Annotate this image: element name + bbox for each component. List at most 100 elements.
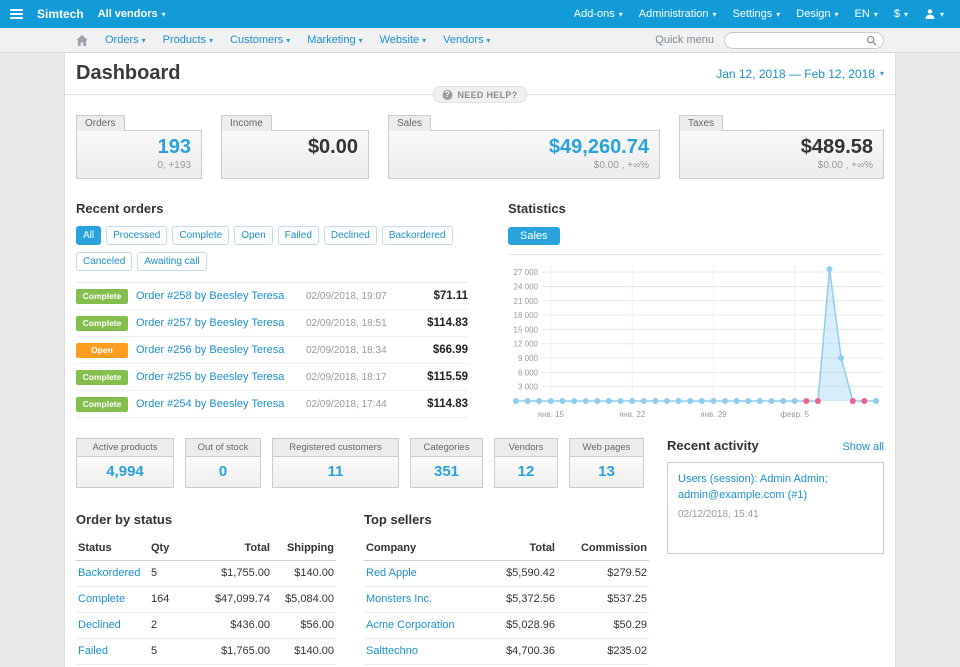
order-row: Complete Order #254 by Beesley Teresa 02… — [76, 391, 468, 418]
stat-card-orders: Orders 193 0, +193 — [76, 112, 202, 179]
summary-card-vendors[interactable]: Vendors 12 — [494, 438, 558, 488]
quick-menu-link[interactable]: Quick menu — [655, 34, 714, 46]
hamburger-menu-icon[interactable] — [10, 9, 23, 19]
nav-item-website[interactable]: Website ▾ — [380, 34, 427, 46]
topbar-menu-currency[interactable]: $ ▾ — [894, 8, 908, 20]
stat-card-value: 193 — [157, 136, 191, 158]
sales-chart-tab[interactable]: Sales — [508, 227, 560, 245]
topbar-menu-administration[interactable]: Administration ▾ — [639, 8, 717, 20]
activity-entry-time: 02/12/2018, 15:41 — [678, 508, 759, 520]
svg-text:27 000: 27 000 — [514, 268, 539, 277]
status-link[interactable]: Complete — [78, 593, 125, 605]
recent-activity-section: Recent activity Show all Users (session)… — [667, 438, 884, 665]
filter-all[interactable]: All — [76, 226, 102, 245]
summary-card-registered-customers[interactable]: Registered customers 11 — [272, 438, 399, 488]
topbar-menu-design[interactable]: Design ▾ — [796, 8, 838, 20]
column-header: Qty — [149, 537, 194, 561]
chevron-down-icon: ▾ — [873, 9, 878, 19]
chevron-down-icon: ▾ — [161, 9, 166, 19]
order-total: $114.83 — [427, 398, 468, 410]
topbar-menu-addons[interactable]: Add-ons ▾ — [574, 8, 623, 20]
order-status-badge: Complete — [76, 369, 128, 385]
brand-logo[interactable]: Simtech — [37, 7, 84, 21]
chevron-down-icon: ▾ — [286, 35, 291, 45]
show-all-link[interactable]: Show all — [842, 441, 884, 453]
filter-awaiting-call[interactable]: Awaiting call — [137, 252, 207, 271]
order-total: $66.99 — [432, 344, 468, 356]
company-link[interactable]: Red Apple — [366, 567, 417, 579]
summary-card-categories[interactable]: Categories 351 — [410, 438, 483, 488]
column-header: Total — [194, 537, 272, 561]
nav-item-customers[interactable]: Customers ▾ — [230, 34, 290, 46]
chevron-down-icon: ▾ — [422, 35, 427, 45]
recent-orders-section: Recent orders All Processed Complete Ope… — [76, 201, 468, 423]
order-row: Complete Order #255 by Beesley Teresa 02… — [76, 364, 468, 391]
topbar-menu-settings[interactable]: Settings ▾ — [733, 8, 781, 20]
filter-failed[interactable]: Failed — [277, 226, 319, 245]
vendor-selector-label: All vendors — [97, 8, 158, 20]
company-link[interactable]: Monsters Inc. — [366, 593, 432, 605]
summary-card-active-products[interactable]: Active products 4,994 — [76, 438, 174, 488]
order-by-status-table: Status Qty Total Shipping Backordered 5 … — [76, 537, 336, 665]
date-range-picker[interactable]: Jan 12, 2018 — Feb 12, 2018 ▾ — [716, 67, 884, 81]
search-input[interactable] — [731, 34, 866, 46]
order-status-badge: Complete — [76, 288, 128, 304]
status-link[interactable]: Backordered — [78, 567, 140, 579]
nav-item-marketing[interactable]: Marketing ▾ — [307, 34, 362, 46]
dashboard-content: Dashboard Jan 12, 2018 — Feb 12, 2018 ▾ … — [64, 53, 896, 667]
svg-text:15 000: 15 000 — [514, 325, 539, 334]
statistics-title: Statistics — [508, 201, 566, 216]
need-help-button[interactable]: ? NEED HELP? — [432, 86, 528, 103]
activity-box: Users (session): Admin Admin; admin@exam… — [667, 462, 884, 554]
order-link[interactable]: Order #256 by Beesley Teresa — [136, 344, 298, 356]
order-total: $114.83 — [427, 317, 468, 329]
topbar-menu-language[interactable]: EN ▾ — [855, 8, 878, 20]
column-header: Company — [364, 537, 467, 561]
nav-item-orders[interactable]: Orders ▾ — [105, 34, 146, 46]
stat-card-sub: $0.00 , +∞% — [817, 160, 873, 171]
chevron-down-icon: ▾ — [209, 35, 214, 45]
svg-text:янв. 29: янв. 29 — [700, 410, 727, 419]
search-icon[interactable] — [866, 35, 877, 46]
table-row: Complete 164 $47,099.74 $5,084.00 — [76, 586, 336, 613]
table-row: Monsters Inc. $5,372.56 $537.25 — [364, 586, 649, 613]
filter-declined[interactable]: Declined — [323, 226, 377, 245]
filter-complete[interactable]: Complete — [172, 226, 230, 245]
home-icon[interactable] — [76, 34, 88, 46]
stat-card-sub: $0.00 , +∞% — [593, 160, 649, 171]
stat-card-sub: 0, +193 — [157, 160, 191, 171]
status-link[interactable]: Declined — [78, 619, 121, 631]
order-link[interactable]: Order #258 by Beesley Teresa — [136, 290, 298, 302]
order-link[interactable]: Order #257 by Beesley Teresa — [136, 317, 298, 329]
nav-item-vendors[interactable]: Vendors ▾ — [443, 34, 490, 46]
company-link[interactable]: Salttechno — [366, 645, 418, 657]
nav-item-products[interactable]: Products ▾ — [163, 34, 213, 46]
order-link[interactable]: Order #255 by Beesley Teresa — [136, 371, 298, 383]
order-link[interactable]: Order #254 by Beesley Teresa — [136, 398, 298, 410]
topbar-user-menu[interactable]: ▾ — [924, 8, 944, 20]
page-title: Dashboard — [76, 62, 181, 84]
activity-entry-link[interactable]: Users (session): Admin Admin; admin@exam… — [678, 472, 873, 504]
order-date: 02/09/2018, 19:07 — [306, 290, 387, 302]
table-row: Backordered 5 $1,755.00 $140.00 — [76, 560, 336, 587]
filter-canceled[interactable]: Canceled — [76, 252, 133, 271]
filter-open[interactable]: Open — [234, 226, 273, 245]
summary-card-web-pages[interactable]: Web pages 13 — [569, 438, 644, 488]
order-row: Complete Order #257 by Beesley Teresa 02… — [76, 310, 468, 337]
stat-card-value: $49,260.74 — [548, 136, 649, 158]
stat-card-value: $0.00 — [307, 136, 358, 158]
company-link[interactable]: Acme Corporation — [366, 619, 455, 631]
stat-card-sub — [232, 160, 358, 172]
column-header: Shipping — [272, 537, 336, 561]
order-status-badge: Complete — [76, 315, 128, 331]
recent-orders-title: Recent orders — [76, 201, 164, 216]
chevron-down-icon: ▾ — [618, 9, 623, 19]
svg-text:6 000: 6 000 — [518, 368, 539, 377]
statistics-section: Statistics Sales 3 000 6 000 9 000 12 000 15… — [508, 201, 884, 423]
vendor-selector[interactable]: All vendors ▾ — [98, 8, 166, 20]
filter-processed[interactable]: Processed — [106, 226, 168, 245]
summary-card-out-of-stock[interactable]: Out of stock 0 — [185, 438, 261, 488]
status-link[interactable]: Failed — [78, 645, 108, 657]
column-header: Status — [76, 537, 149, 561]
filter-backordered[interactable]: Backordered — [381, 226, 453, 245]
